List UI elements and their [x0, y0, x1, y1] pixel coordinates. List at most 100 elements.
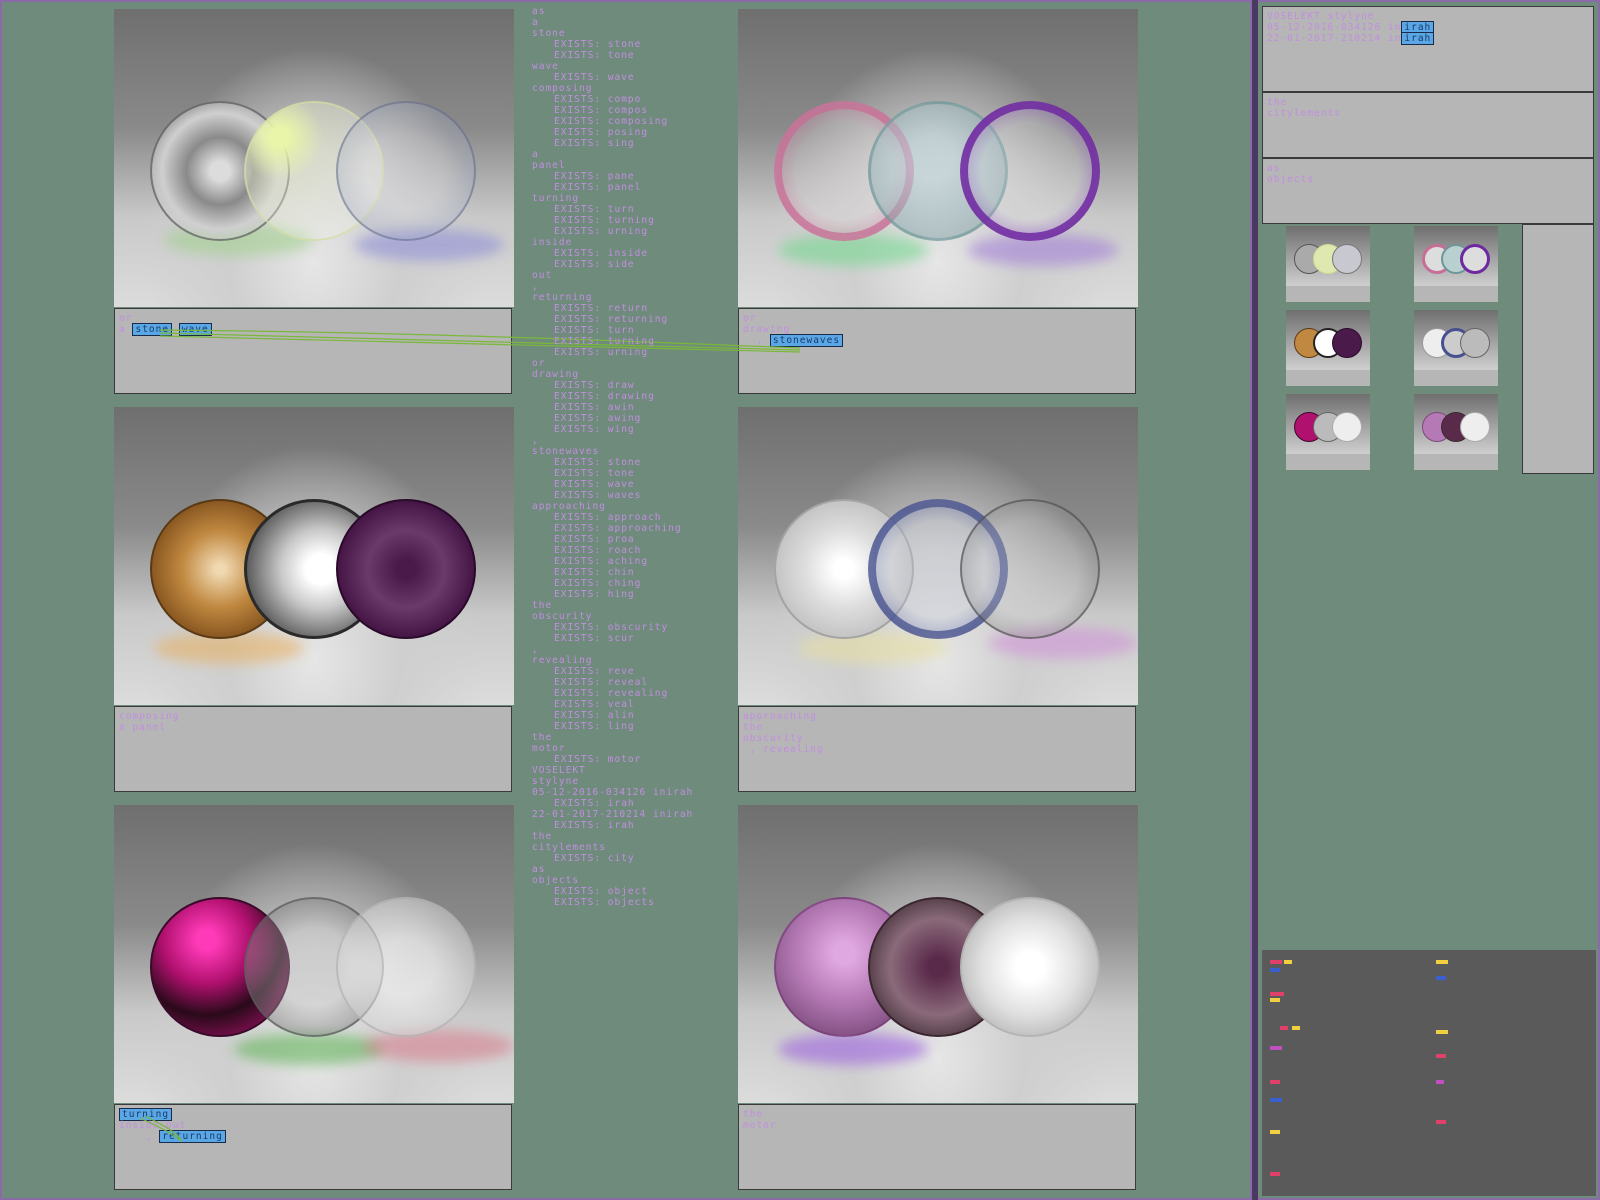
- tree-exists-row: EXISTS: revealing: [554, 688, 669, 699]
- tree-exists-row: EXISTS: obscurity: [554, 622, 669, 633]
- tree-exists-row: EXISTS: draw: [554, 380, 635, 391]
- tree-token-row: as: [532, 6, 546, 17]
- tree-exists-row: EXISTS: turning: [554, 215, 655, 226]
- tree-token-row: out: [532, 270, 553, 281]
- tree-token-row: the: [532, 831, 553, 842]
- tree-token-row: VOSELEKT: [532, 765, 586, 776]
- tree-token-row: approaching: [532, 501, 606, 512]
- tree-exists-row: EXISTS: chin: [554, 567, 635, 578]
- tree-token-row: a: [532, 17, 539, 28]
- tree-token-row: revealing: [532, 655, 593, 666]
- tree-token-row: stone: [532, 28, 566, 39]
- tree-token-row: the: [532, 600, 553, 611]
- word-highlight[interactable]: irah: [1401, 32, 1435, 45]
- panel-line: as: [1267, 163, 1281, 174]
- tree-exists-row: EXISTS: proa: [554, 534, 635, 545]
- tree-token-row: objects: [532, 875, 580, 886]
- thumbnail-5[interactable]: [1286, 394, 1370, 454]
- tree-token-row: obscurity: [532, 611, 593, 622]
- tree-exists-row: EXISTS: turn: [554, 204, 635, 215]
- thumbnail-3[interactable]: [1286, 310, 1370, 370]
- tree-exists-row: EXISTS: irah: [554, 820, 635, 831]
- tree-exists-row: EXISTS: reveal: [554, 677, 649, 688]
- tree-exists-row: EXISTS: objects: [554, 897, 655, 908]
- tree-exists-row: EXISTS: veal: [554, 699, 635, 710]
- tree-token-row: 05-12-2016-034126 inirah: [532, 787, 694, 798]
- entry-text: 05-12-2016-034126 in: [1267, 22, 1402, 33]
- tree-exists-row: EXISTS: turning: [554, 336, 655, 347]
- tree-exists-row: EXISTS: panel: [554, 182, 642, 193]
- tree-exists-row: EXISTS: wing: [554, 424, 635, 435]
- tree-exists-row: EXISTS: city: [554, 853, 635, 864]
- tree-token-row: motor: [532, 743, 566, 754]
- tree-token-row: as: [532, 864, 546, 875]
- tree-exists-row: EXISTS: composing: [554, 116, 669, 127]
- thumbnail-2[interactable]: [1414, 226, 1498, 286]
- tree-token-row: returning: [532, 292, 593, 303]
- thumbnail-4[interactable]: [1414, 310, 1498, 370]
- tree-token-row: stonewaves: [532, 446, 600, 457]
- thumbnail-caption: [1414, 370, 1498, 386]
- tree-token-row: a: [532, 149, 539, 160]
- tree-exists-row: EXISTS: ling: [554, 721, 635, 732]
- tree-exists-row: EXISTS: alin: [554, 710, 635, 721]
- tree-token-row: ,: [532, 644, 539, 655]
- thumbnail-caption: [1414, 286, 1498, 302]
- thumbnail-caption: [1286, 286, 1370, 302]
- tree-exists-row: EXISTS: turn: [554, 325, 635, 336]
- tree-exists-row: EXISTS: pane: [554, 171, 635, 182]
- title-box[interactable]: VOSELEKT stylyne 05-12-2016-034126 in ira…: [1262, 6, 1594, 92]
- activity-log: [1262, 950, 1596, 1196]
- panel-line: citylements: [1267, 108, 1341, 119]
- tree-token-row: panel: [532, 160, 566, 171]
- objects-box[interactable]: as objects: [1262, 158, 1594, 224]
- tree-token-row: or: [532, 358, 546, 369]
- thumbnail-1[interactable]: [1286, 226, 1370, 286]
- tree-exists-row: EXISTS: ching: [554, 578, 642, 589]
- tree-exists-row: EXISTS: awing: [554, 413, 642, 424]
- tree-token-row: wave: [532, 61, 559, 72]
- tree-exists-row: EXISTS: hing: [554, 589, 635, 600]
- thumbnail-caption: [1286, 454, 1370, 470]
- thumbnail-caption: [1414, 454, 1498, 470]
- tree-exists-row: EXISTS: side: [554, 259, 635, 270]
- tree-exists-row: EXISTS: scur: [554, 633, 635, 644]
- pane-divider[interactable]: [1250, 0, 1258, 1200]
- tree-token-row: inside: [532, 237, 573, 248]
- tree-token-row: the: [532, 732, 553, 743]
- tree-exists-row: EXISTS: inside: [554, 248, 649, 259]
- tree-exists-row: EXISTS: tone: [554, 468, 635, 479]
- tree-exists-row: EXISTS: urning: [554, 226, 649, 237]
- tree-exists-row: EXISTS: approach: [554, 512, 662, 523]
- tree-exists-row: EXISTS: approaching: [554, 523, 682, 534]
- tree-exists-row: EXISTS: returning: [554, 314, 669, 325]
- tree-exists-row: EXISTS: awin: [554, 402, 635, 413]
- tree-token-row: citylements: [532, 842, 606, 853]
- tree-exists-row: EXISTS: wave: [554, 72, 635, 83]
- tree-token-row: turning: [532, 193, 580, 204]
- main-canvas: or a stone wave or drawing , stonewaves …: [0, 0, 1250, 1200]
- tree-exists-row: EXISTS: stone: [554, 457, 642, 468]
- tree-exists-row: EXISTS: irah: [554, 798, 635, 809]
- tree-token-row: stylyne: [532, 776, 580, 787]
- tree-token-row: composing: [532, 83, 593, 94]
- tree-exists-row: EXISTS: compos: [554, 105, 649, 116]
- tree-exists-row: EXISTS: return: [554, 303, 649, 314]
- tree-exists-row: EXISTS: waves: [554, 490, 642, 501]
- panel-line: the: [1267, 97, 1288, 108]
- thumbnail-6[interactable]: [1414, 394, 1498, 454]
- tree-token-row: ,: [532, 435, 539, 446]
- tree-exists-row: EXISTS: object: [554, 886, 649, 897]
- tree-exists-row: EXISTS: urning: [554, 347, 649, 358]
- tree-token-row: drawing: [532, 369, 580, 380]
- tree-exists-row: EXISTS: drawing: [554, 391, 655, 402]
- token-tree: as a stone EXISTS: stone EXISTS: tone wave EXI…: [532, 6, 732, 908]
- tree-exists-row: EXISTS: compo: [554, 94, 642, 105]
- citylements-box[interactable]: the citylements: [1262, 92, 1594, 158]
- thumbnail-caption: [1286, 370, 1370, 386]
- tree-exists-row: EXISTS: aching: [554, 556, 649, 567]
- tree-token-row: 22-01-2017-210214 inirah: [532, 809, 694, 820]
- tree-exists-row: EXISTS: roach: [554, 545, 642, 556]
- tree-exists-row: EXISTS: motor: [554, 754, 642, 765]
- minimap-tree-box[interactable]: [1522, 224, 1594, 474]
